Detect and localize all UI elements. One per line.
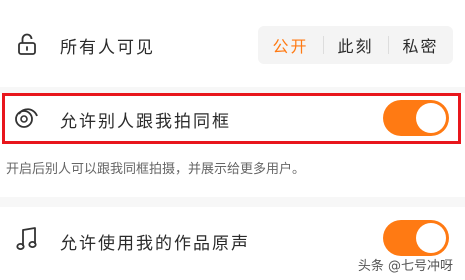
original-sound-label: 允许使用我的作品原声: [60, 234, 250, 254]
visibility-label: 所有人可见: [60, 38, 155, 58]
original-sound-toggle[interactable]: [383, 220, 449, 256]
settings-page: 所有人可见 公开 此刻 私密 允许别人跟我拍同框 开启后别人可以跟我同框拍摄，并…: [0, 0, 465, 280]
visibility-segmented-control: 公开 此刻 私密: [258, 26, 453, 64]
coframe-row: 允许别人跟我拍同框: [0, 93, 465, 144]
toggle-knob: [416, 103, 446, 133]
toggle-knob: [416, 223, 446, 253]
visibility-row: 所有人可见 公开 此刻 私密: [0, 0, 465, 87]
music-note-icon: [12, 224, 42, 254]
visibility-option-public[interactable]: 公开: [258, 26, 323, 64]
coframe-hint: 开启后别人可以跟我同框拍摄，并展示给更多用户。: [6, 162, 306, 177]
coframe-label: 允许别人跟我拍同框: [60, 112, 231, 132]
watermark: 头条 @七号冲呀: [357, 259, 453, 274]
section-divider: [0, 197, 465, 207]
coframe-toggle[interactable]: [383, 100, 449, 136]
visibility-option-private[interactable]: 私密: [388, 26, 453, 64]
coframe-icon: [12, 103, 42, 133]
visibility-option-moment[interactable]: 此刻: [323, 26, 388, 64]
lock-icon: [12, 29, 42, 59]
